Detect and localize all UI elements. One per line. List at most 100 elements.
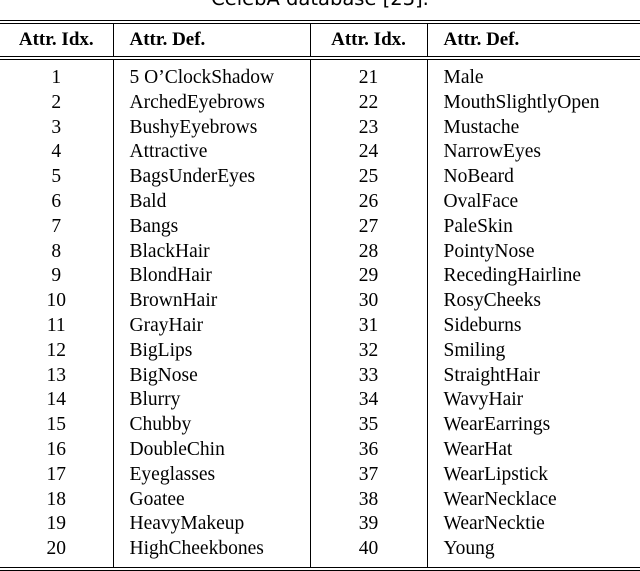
column-header-attr-def-left: Attr. Def. xyxy=(112,24,310,56)
table-header: Attr. Idx. Attr. Def. Attr. Idx. Attr. D… xyxy=(0,24,640,56)
cell-attr-idx-left: 16 xyxy=(46,438,67,460)
table-row: 9 BlondHair 29 RecedingHairline xyxy=(0,264,640,290)
cell-attr-def-right: WearEarrings xyxy=(426,413,640,438)
table-top-rule xyxy=(0,20,640,24)
table-row: 18 Goatee 38 WearNecklace xyxy=(0,487,640,513)
cell-attr-def-left: BushyEyebrows xyxy=(112,115,310,141)
cell-attr-idx-right: 36 xyxy=(309,437,427,463)
table-caption: CelebA database [23]. xyxy=(0,0,640,19)
cell-attr-idx-right: 40 xyxy=(309,537,427,567)
cell-attr-def-left: Attractive xyxy=(112,140,310,166)
cell-attr-def-left: Goatee xyxy=(112,487,310,513)
cell-attr-def-right: Young xyxy=(426,537,640,567)
cell-attr-def-right: WearNecktie xyxy=(426,512,640,538)
cell-attr-idx-left: 18 xyxy=(46,488,67,510)
cell-attr-def-right: PaleSkin xyxy=(426,214,640,240)
cell-attr-def-right: OvalFace xyxy=(426,189,640,215)
cell-attr-idx-right: 32 xyxy=(309,338,427,364)
attribute-table: Attr. Idx. Attr. Def. Attr. Idx. Attr. D… xyxy=(0,20,640,571)
cell-attr-def-right: NarrowEyes xyxy=(426,140,640,166)
table-row: 4 Attractive 24 NarrowEyes xyxy=(0,140,640,166)
cell-attr-idx-right: 29 xyxy=(309,264,427,290)
cell-attr-idx-right: 23 xyxy=(309,115,427,141)
cell-attr-def-left: Chubby xyxy=(112,413,310,438)
table-row: 17 Eyeglasses 37 WearLipstick xyxy=(0,462,640,488)
cell-attr-def-left: BrownHair xyxy=(112,289,310,314)
cell-attr-def-left: BlackHair xyxy=(112,239,310,265)
table-header-row: Attr. Idx. Attr. Def. Attr. Idx. Attr. D… xyxy=(0,24,640,56)
cell-attr-def-left: HighCheekbones xyxy=(112,537,310,567)
cell-attr-idx-left: 5 xyxy=(51,166,62,188)
cell-attr-def-right: MouthSlightlyOpen xyxy=(426,90,640,116)
cell-attr-def-right: Mustache xyxy=(426,115,640,141)
column-header-attr-idx-right: Attr. Idx. xyxy=(309,24,427,56)
cell-attr-idx-left: 13 xyxy=(46,364,67,386)
table-row: 8 BlackHair 28 PointyNose xyxy=(0,239,640,265)
cell-attr-def-left: 5 O’ClockShadow xyxy=(112,60,310,91)
cell-attr-idx-left: 6 xyxy=(51,190,62,212)
cell-attr-idx-right: 39 xyxy=(309,512,427,538)
column-header-attr-idx-left: Attr. Idx. xyxy=(18,29,94,50)
table-bottom-rule xyxy=(0,566,640,571)
cell-attr-idx-right: 33 xyxy=(309,363,427,389)
cell-attr-idx-right: 24 xyxy=(309,140,427,166)
table-row: 15 Chubby 35 WearEarrings xyxy=(0,413,640,438)
cell-attr-def-left: BigNose xyxy=(112,363,310,389)
cell-attr-def-left: Bangs xyxy=(112,214,310,240)
cell-attr-idx-right: 38 xyxy=(309,487,427,513)
table-row: 5 BagsUnderEyes 25 NoBeard xyxy=(0,165,640,190)
cell-attr-def-left: Eyeglasses xyxy=(112,462,310,488)
cell-attr-def-right: Smiling xyxy=(426,338,640,364)
cell-attr-def-right: Male xyxy=(426,60,640,91)
table-row: 11 GrayHair 31 Sideburns xyxy=(0,313,640,339)
cell-attr-idx-right: 35 xyxy=(309,413,427,438)
cell-attr-idx-left: 10 xyxy=(46,290,67,312)
cell-attr-idx-left: 3 xyxy=(51,116,62,138)
cell-attr-def-left: BlondHair xyxy=(112,264,310,290)
cell-attr-idx-left: 7 xyxy=(51,215,62,237)
cell-attr-idx-left: 9 xyxy=(51,265,62,287)
cell-attr-idx-left: 11 xyxy=(46,314,66,336)
table-header-rule xyxy=(0,56,640,60)
cell-attr-def-right: WearNecklace xyxy=(426,487,640,513)
table-row: 20 HighCheekbones 40 Young xyxy=(0,537,640,567)
table-row: 1 5 O’ClockShadow 21 Male xyxy=(0,60,640,91)
table-row: 3 BushyEyebrows 23 Mustache xyxy=(0,115,640,141)
attribute-table-body: 1 5 O’ClockShadow 21 Male 2 ArchedEyebrows 22 M… xyxy=(0,60,640,567)
table-row: 14 Blurry 34 WavyHair xyxy=(0,388,640,414)
cell-attr-def-right: WavyHair xyxy=(426,388,640,414)
cell-attr-def-left: BagsUnderEyes xyxy=(112,165,310,190)
cell-attr-idx-right: 28 xyxy=(309,239,427,265)
table-row: 16 DoubleChin 36 WearHat xyxy=(0,437,640,463)
cell-attr-idx-right: 21 xyxy=(309,60,427,91)
table-row: 2 ArchedEyebrows 22 MouthSlightlyOpen xyxy=(0,90,640,116)
attribute-table-grid: Attr. Idx. Attr. Def. Attr. Idx. Attr. D… xyxy=(0,24,640,56)
cell-attr-idx-left: 17 xyxy=(46,463,67,485)
cell-attr-def-right: Sideburns xyxy=(426,313,640,339)
column-header-attr-def-right: Attr. Def. xyxy=(426,24,640,56)
table-row: 7 Bangs 27 PaleSkin xyxy=(0,214,640,240)
cell-attr-def-left: BigLips xyxy=(112,338,310,364)
cell-attr-idx-left: 8 xyxy=(51,240,62,262)
cell-attr-idx-left: 14 xyxy=(46,389,67,411)
cell-attr-idx-right: 25 xyxy=(309,165,427,190)
cell-attr-def-left: DoubleChin xyxy=(112,437,310,463)
table-row: 19 HeavyMakeup 39 WearNecktie xyxy=(0,512,640,538)
cell-attr-idx-right: 27 xyxy=(309,214,427,240)
cell-attr-idx-left: 15 xyxy=(46,414,67,436)
table-row: 6 Bald 26 OvalFace xyxy=(0,189,640,215)
cell-attr-idx-left: 1 xyxy=(51,67,62,88)
cell-attr-idx-left: 19 xyxy=(46,513,67,535)
table-body: 1 5 O’ClockShadow 21 Male 2 ArchedEyebrows 22 M… xyxy=(0,60,640,567)
cell-attr-def-right: RosyCheeks xyxy=(426,289,640,314)
cell-attr-def-right: WearLipstick xyxy=(426,462,640,488)
cell-attr-def-right: WearHat xyxy=(426,437,640,463)
cell-attr-idx-left: 20 xyxy=(46,538,67,560)
cell-attr-def-right: StraightHair xyxy=(426,363,640,389)
cell-attr-def-right: NoBeard xyxy=(426,165,640,190)
cell-attr-def-left: Blurry xyxy=(112,388,310,414)
cell-attr-def-left: HeavyMakeup xyxy=(112,512,310,538)
cell-attr-def-right: PointyNose xyxy=(426,239,640,265)
table-caption-text: CelebA database [23]. xyxy=(0,0,640,11)
table-row: 12 BigLips 32 Smiling xyxy=(0,338,640,364)
